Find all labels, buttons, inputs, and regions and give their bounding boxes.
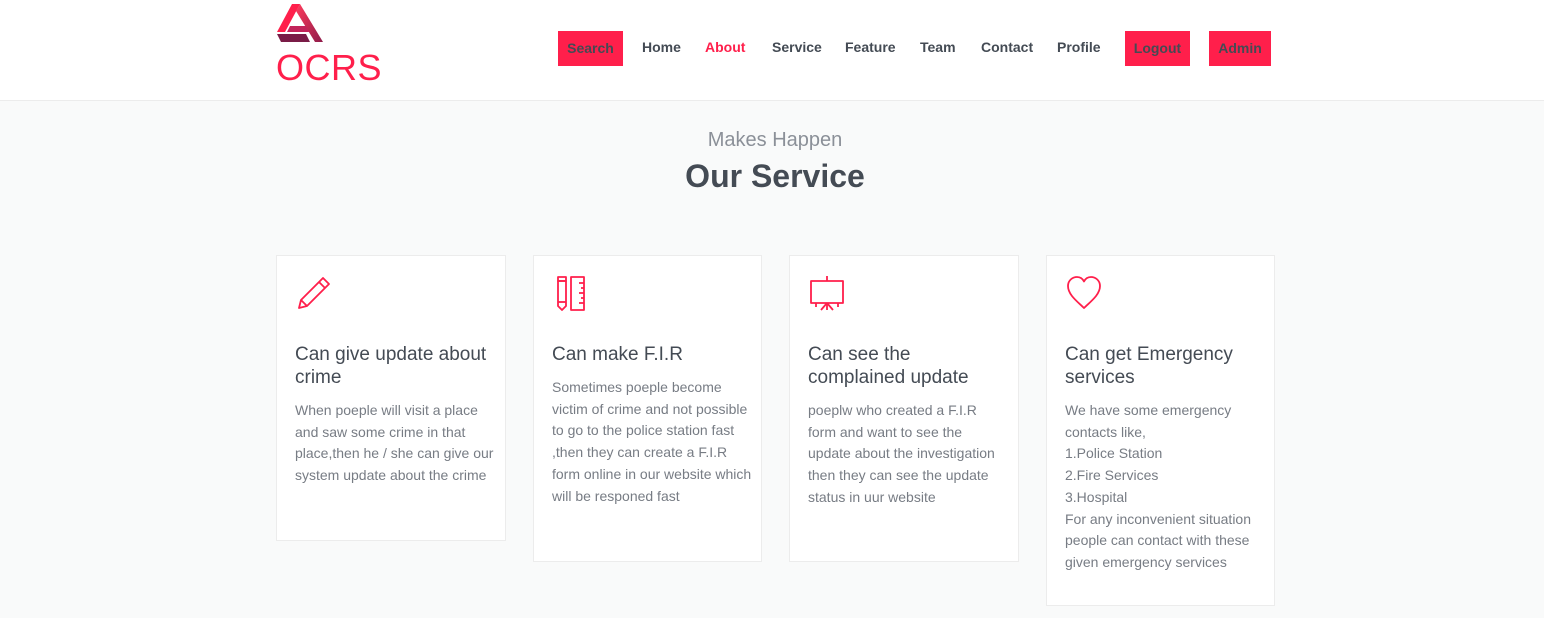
pencil-ruler-icon bbox=[557, 276, 585, 311]
pencil-icon bbox=[298, 277, 330, 309]
brand-logo[interactable]: OCRS bbox=[276, 2, 386, 92]
card-text: Sometimes poeple become victim of crime … bbox=[552, 379, 752, 504]
search-button[interactable]: Search bbox=[558, 31, 623, 66]
card-title: Can see the complained update bbox=[808, 344, 969, 388]
triangle-logo-icon bbox=[277, 4, 323, 42]
nav-service[interactable]: Service bbox=[772, 38, 822, 56]
card-title: Can get Emergency services bbox=[1065, 344, 1233, 388]
admin-button[interactable]: Admin bbox=[1209, 31, 1271, 66]
nav-team[interactable]: Team bbox=[920, 38, 956, 56]
service-card-fir: Can make F.I.R Sometimes poeple become v… bbox=[533, 255, 762, 562]
card-title: Can give update about crime bbox=[295, 344, 487, 388]
logout-button[interactable]: Logout bbox=[1125, 31, 1190, 66]
presentation-board-icon bbox=[810, 276, 844, 311]
brand-name: OCRS bbox=[276, 47, 383, 88]
service-card-complaint-update: Can see the complained update poeplw who… bbox=[789, 255, 1019, 562]
nav-profile[interactable]: Profile bbox=[1057, 38, 1101, 56]
card-text: poeplw who created a F.I.R form and want… bbox=[808, 402, 995, 505]
service-card-emergency: Can get Emergency services We have some … bbox=[1046, 255, 1275, 606]
heart-icon bbox=[1067, 276, 1101, 309]
nav-contact[interactable]: Contact bbox=[981, 38, 1033, 56]
card-title: Can make F.I.R bbox=[552, 344, 683, 365]
service-card-crime-update: Can give update about crime When poeple … bbox=[276, 255, 506, 541]
nav-home[interactable]: Home bbox=[642, 38, 681, 56]
card-text: We have some emergency contacts like, 1.… bbox=[1065, 402, 1251, 570]
nav-feature[interactable]: Feature bbox=[845, 38, 896, 56]
section-title: Our Service bbox=[685, 158, 865, 194]
section-eyebrow: Makes Happen bbox=[707, 129, 843, 151]
nav-about[interactable]: About bbox=[705, 38, 745, 56]
card-text: When poeple will visit a place and saw s… bbox=[295, 402, 494, 484]
top-navbar: OCRS Search Home About Service Feature T… bbox=[0, 0, 1544, 101]
